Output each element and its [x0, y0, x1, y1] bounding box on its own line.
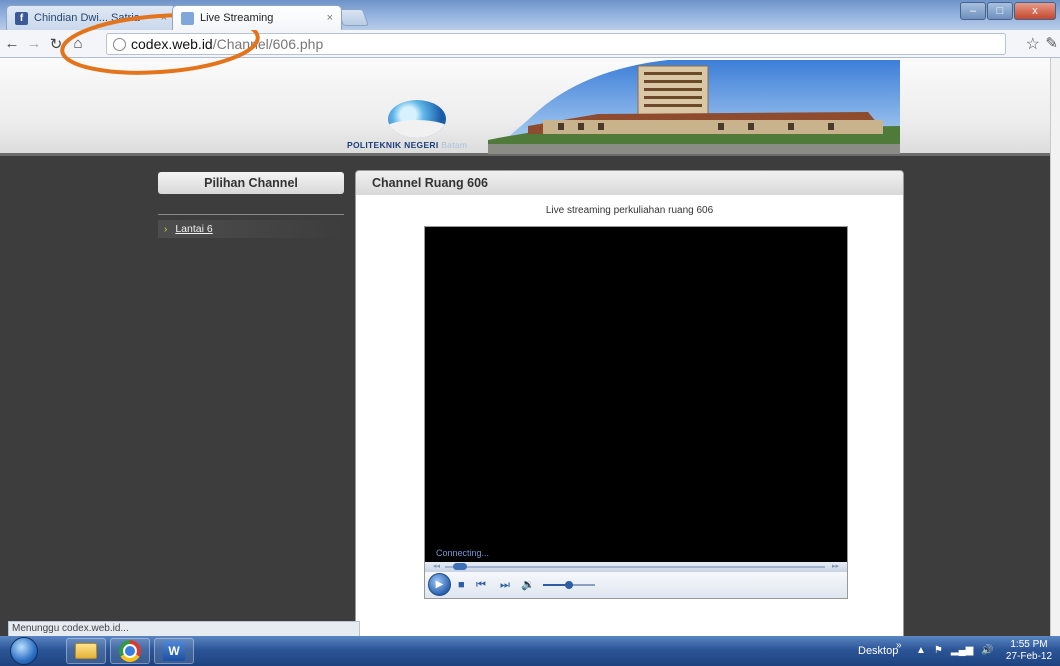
- taskbar-explorer[interactable]: [66, 638, 106, 664]
- page-scrollbar[interactable]: [1050, 58, 1060, 636]
- chevron-right-icon: ›: [164, 223, 168, 235]
- channel-panel: Channel Ruang 606 Live streaming perkuli…: [355, 170, 904, 636]
- volume-thumb[interactable]: [565, 581, 573, 589]
- close-button[interactable]: x: [1014, 2, 1056, 20]
- sidebar-divider: [158, 214, 344, 215]
- up-arrow-icon[interactable]: ▲: [916, 645, 926, 656]
- url-host: codex.web.id: [131, 36, 213, 52]
- more-icon[interactable]: »: [896, 640, 902, 651]
- address-bar[interactable]: codex.web.id/Channel/606.php: [106, 33, 1006, 55]
- flag-icon[interactable]: ⚑: [934, 645, 943, 656]
- browser-toolbar: ← → ↻ ⌂ codex.web.id/Channel/606.php ☆ ✎: [0, 30, 1060, 58]
- globe-icon: [113, 37, 126, 51]
- seek-bar[interactable]: ◂◂ ▸▸: [425, 562, 847, 572]
- player-status: Connecting...: [436, 548, 490, 558]
- reload-icon[interactable]: ↻: [46, 34, 66, 54]
- browser-titlebar: f Chindian Dwi... Satria × Live Streamin…: [0, 0, 1060, 30]
- system-tray: ▲ ⚑ ▂▄▆ 🔊: [916, 645, 994, 656]
- chrome-icon: [119, 640, 141, 662]
- next-icon[interactable]: ⏭: [500, 578, 510, 592]
- maximize-button[interactable]: □: [987, 2, 1013, 20]
- start-button[interactable]: [10, 637, 38, 665]
- minimize-button[interactable]: –: [960, 2, 986, 20]
- taskbar-word[interactable]: W: [154, 638, 194, 664]
- politeknik-logo-icon: [388, 100, 446, 138]
- seek-thumb[interactable]: [453, 563, 467, 570]
- folder-icon: [75, 643, 97, 659]
- logo-text: POLITEKNIK NEGERI Batam: [347, 140, 467, 150]
- player-controls: ▶ ■ ⏮ ⏭ 🔉: [425, 572, 847, 598]
- sidebar-item-label[interactable]: Lantai 6: [175, 223, 212, 235]
- taskbar-chrome[interactable]: [110, 638, 150, 664]
- logo-name: POLITEKNIK NEGERI: [347, 140, 439, 150]
- signal-icon[interactable]: ▂▄▆: [951, 645, 973, 656]
- tab-live-streaming[interactable]: Live Streaming ×: [172, 5, 342, 30]
- clock[interactable]: 1:55 PM 27-Feb-12: [1000, 639, 1058, 663]
- stop-icon[interactable]: ■: [458, 578, 465, 592]
- tab-label: Chindian Dwi... Satria: [34, 12, 140, 24]
- desktop-toolbar-label[interactable]: Desktop: [858, 645, 898, 657]
- volume-icon[interactable]: 🔊: [981, 645, 993, 656]
- seek-track[interactable]: [445, 566, 825, 568]
- window-controls: – □ x: [960, 2, 1056, 20]
- page-icon: [181, 11, 194, 25]
- word-icon: W: [163, 641, 185, 661]
- bookmark-star-icon[interactable]: ☆: [1026, 34, 1040, 54]
- clock-date: 27-Feb-12: [1005, 651, 1053, 662]
- tab-facebook[interactable]: f Chindian Dwi... Satria ×: [6, 5, 176, 30]
- campus-banner-image: [488, 60, 900, 154]
- fast-forward-icon[interactable]: ▸▸: [832, 562, 839, 570]
- tab-label: Live Streaming: [200, 12, 274, 24]
- channel-list-title: Pilihan Channel: [158, 172, 344, 194]
- screen: f Chindian Dwi... Satria × Live Streamin…: [0, 0, 1060, 666]
- media-player[interactable]: Connecting... ◂◂ ▸▸ ▶ ■ ⏮ ⏭ 🔉: [424, 226, 848, 599]
- sidebar-item-lantai-6[interactable]: › Lantai 6: [158, 220, 344, 238]
- home-icon[interactable]: ⌂: [68, 34, 88, 54]
- web-page: POLITEKNIK NEGERI Batam Pilihan Channel …: [0, 58, 1050, 636]
- volume-icon[interactable]: 🔉: [521, 578, 535, 592]
- facebook-icon: f: [15, 11, 28, 25]
- channel-subtitle: Live streaming perkuliahan ruang 606: [545, 205, 714, 216]
- play-button[interactable]: ▶: [428, 573, 451, 596]
- clock-time: 1:55 PM: [1010, 639, 1048, 650]
- wrench-icon[interactable]: ✎: [1045, 34, 1058, 52]
- back-icon[interactable]: ←: [2, 34, 22, 54]
- channel-title: Channel Ruang 606: [356, 171, 903, 195]
- video-area[interactable]: [425, 227, 847, 562]
- logo-sub: Batam: [441, 140, 468, 150]
- windows-taskbar: W Desktop » ▲ ⚑ ▂▄▆ 🔊 1:55 PM 27-Feb-12: [0, 636, 1060, 666]
- url-path: /Channel/606.php: [212, 36, 324, 52]
- site-header: POLITEKNIK NEGERI Batam: [0, 58, 1050, 156]
- previous-icon[interactable]: ⏮: [476, 578, 486, 592]
- forward-icon[interactable]: →: [24, 34, 44, 54]
- close-icon[interactable]: ×: [327, 12, 333, 24]
- close-icon[interactable]: ×: [161, 12, 167, 24]
- rewind-icon[interactable]: ◂◂: [433, 562, 440, 570]
- status-bubble: Menunggu codex.web.id...: [8, 621, 360, 636]
